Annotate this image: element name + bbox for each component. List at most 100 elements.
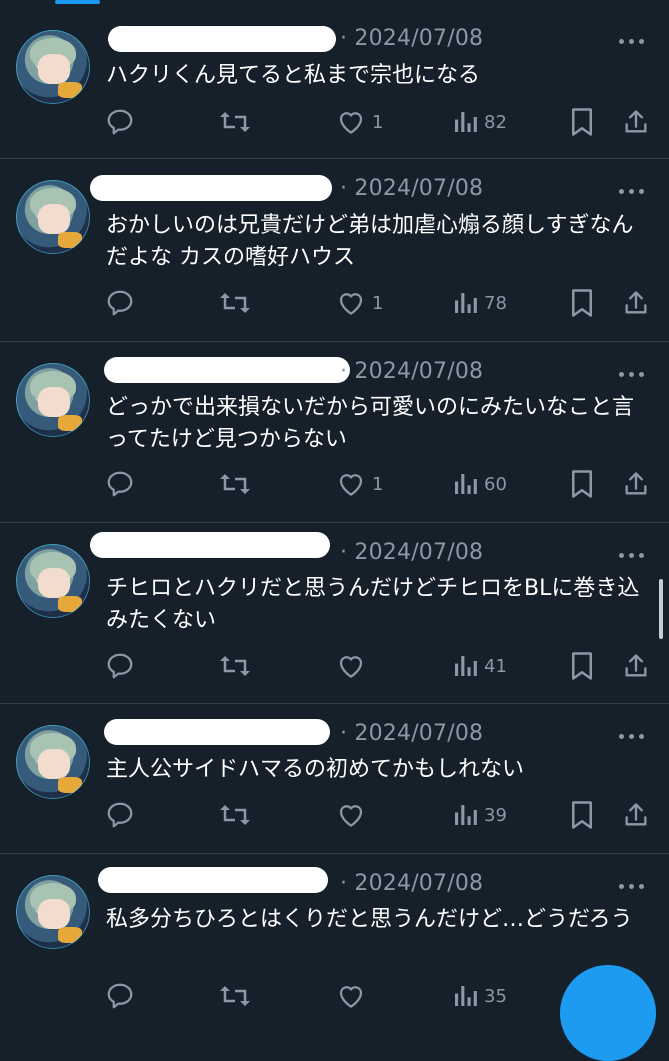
share-icon: [625, 472, 647, 495]
bookmark-button[interactable]: [569, 798, 595, 832]
tweet-date[interactable]: · 2024/07/08: [340, 540, 483, 565]
views-button[interactable]: 78: [452, 286, 507, 320]
tweet[interactable]: · 2024/07/08 おかしいのは兄貴だけど弟は加虐心煽る顔しすぎなんだよな…: [0, 158, 669, 342]
tweet[interactable]: · 2024/07/08 チヒロとハクリだと思うんだけどチヒロをBLに巻き込みた…: [0, 522, 669, 704]
more-icon[interactable]: [619, 881, 649, 891]
avatar[interactable]: [16, 544, 90, 618]
top-bar: [0, 0, 669, 8]
share-icon: [625, 110, 647, 133]
repost-icon: [220, 293, 250, 313]
like-button[interactable]: [336, 979, 372, 1013]
more-icon[interactable]: [619, 369, 649, 379]
reply-button[interactable]: [105, 467, 141, 501]
like-button[interactable]: 1: [336, 286, 383, 320]
view-count: 39: [484, 804, 507, 826]
views-button[interactable]: 39: [452, 798, 507, 832]
like-button[interactable]: [336, 798, 372, 832]
bookmark-button[interactable]: [569, 467, 595, 501]
redacted-username: [98, 867, 328, 893]
avatar[interactable]: [16, 875, 90, 949]
repost-icon: [220, 112, 250, 132]
views-button[interactable]: 35: [452, 979, 507, 1013]
more-icon[interactable]: [619, 186, 649, 196]
reply-button[interactable]: [105, 649, 141, 683]
reply-button[interactable]: [105, 286, 141, 320]
more-icon[interactable]: [619, 36, 649, 46]
active-tab-indicator: [55, 0, 100, 4]
reply-icon: [107, 802, 133, 828]
share-button[interactable]: [622, 649, 650, 683]
view-count: 78: [484, 292, 507, 314]
redacted-username: [108, 26, 336, 52]
avatar[interactable]: [16, 363, 90, 437]
redacted-username: [104, 357, 350, 383]
views-icon: [455, 293, 477, 313]
repost-button[interactable]: [218, 105, 258, 139]
tweet-actions: 41: [100, 649, 660, 683]
tweet[interactable]: · 2024/07/08 私多分ちひろとはくりだと思うんだけど…どうだろう 35: [0, 853, 669, 1009]
like-count: 1: [372, 473, 384, 495]
views-icon: [455, 805, 477, 825]
like-button[interactable]: [336, 649, 372, 683]
tweet-date[interactable]: · 2024/07/08: [340, 26, 483, 51]
heart-icon: [339, 656, 363, 678]
avatar[interactable]: [16, 725, 90, 799]
tweet[interactable]: · 2024/07/08 どっかで出来損ないだから可愛いのにみたいなこと言ってた…: [0, 341, 669, 523]
bookmark-icon: [572, 289, 592, 317]
reply-icon: [107, 653, 133, 679]
tweet-date[interactable]: · 2024/07/08: [340, 721, 483, 746]
views-button[interactable]: 82: [452, 105, 507, 139]
view-count: 60: [484, 473, 507, 495]
share-button[interactable]: [622, 798, 650, 832]
avatar[interactable]: [16, 180, 90, 254]
like-button[interactable]: 1: [336, 105, 383, 139]
tweet-text: ハクリくん見てると私まで宗也になる: [106, 63, 481, 88]
bookmark-icon: [572, 801, 592, 829]
heart-icon: [339, 112, 363, 134]
share-button[interactable]: [622, 467, 650, 501]
views-icon: [455, 656, 477, 676]
reply-button[interactable]: [105, 105, 141, 139]
tweet-date[interactable]: · 2024/07/08: [340, 176, 483, 201]
tweet-actions: 1 78: [100, 286, 660, 320]
reply-icon: [107, 471, 133, 497]
more-icon[interactable]: [619, 550, 649, 560]
more-icon[interactable]: [619, 731, 649, 741]
view-count: 41: [484, 655, 507, 677]
reply-button[interactable]: [105, 798, 141, 832]
tweet-date[interactable]: · 2024/07/08: [340, 871, 483, 896]
repost-icon: [220, 656, 250, 676]
bookmark-button[interactable]: [569, 649, 595, 683]
tweet-actions: 1 82: [100, 105, 660, 139]
bookmark-button[interactable]: [569, 105, 595, 139]
repost-button[interactable]: [218, 798, 258, 832]
scrollbar[interactable]: [659, 579, 663, 639]
repost-button[interactable]: [218, 467, 258, 501]
share-button[interactable]: [622, 286, 650, 320]
bookmark-icon: [572, 470, 592, 498]
reply-button[interactable]: [105, 979, 141, 1013]
views-button[interactable]: 41: [452, 649, 507, 683]
tweet-text: おかしいのは兄貴だけど弟は加虐心煽る顔しすぎなんだよな カスの嗜好ハウス: [106, 213, 634, 270]
tweet[interactable]: · 2024/07/08 主人公サイドハマるの初めてかもしれない 39: [0, 703, 669, 854]
redacted-username: [104, 719, 330, 745]
tweet[interactable]: · 2024/07/08 ハクリくん見てると私まで宗也になる 1 82: [0, 8, 669, 159]
compose-button[interactable]: [560, 965, 656, 1061]
views-icon: [455, 474, 477, 494]
repost-button[interactable]: [218, 286, 258, 320]
share-button[interactable]: [622, 105, 650, 139]
views-button[interactable]: 60: [452, 467, 507, 501]
like-button[interactable]: 1: [336, 467, 383, 501]
redacted-username: [90, 532, 330, 558]
share-icon: [625, 291, 647, 314]
tweet-date[interactable]: · 2024/07/08: [340, 359, 483, 384]
bookmark-button[interactable]: [569, 286, 595, 320]
repost-button[interactable]: [218, 979, 258, 1013]
views-icon: [455, 112, 477, 132]
avatar[interactable]: [16, 30, 90, 104]
views-icon: [455, 986, 477, 1006]
like-count: 1: [372, 111, 384, 133]
repost-button[interactable]: [218, 649, 258, 683]
share-icon: [625, 654, 647, 677]
bookmark-icon: [572, 652, 592, 680]
